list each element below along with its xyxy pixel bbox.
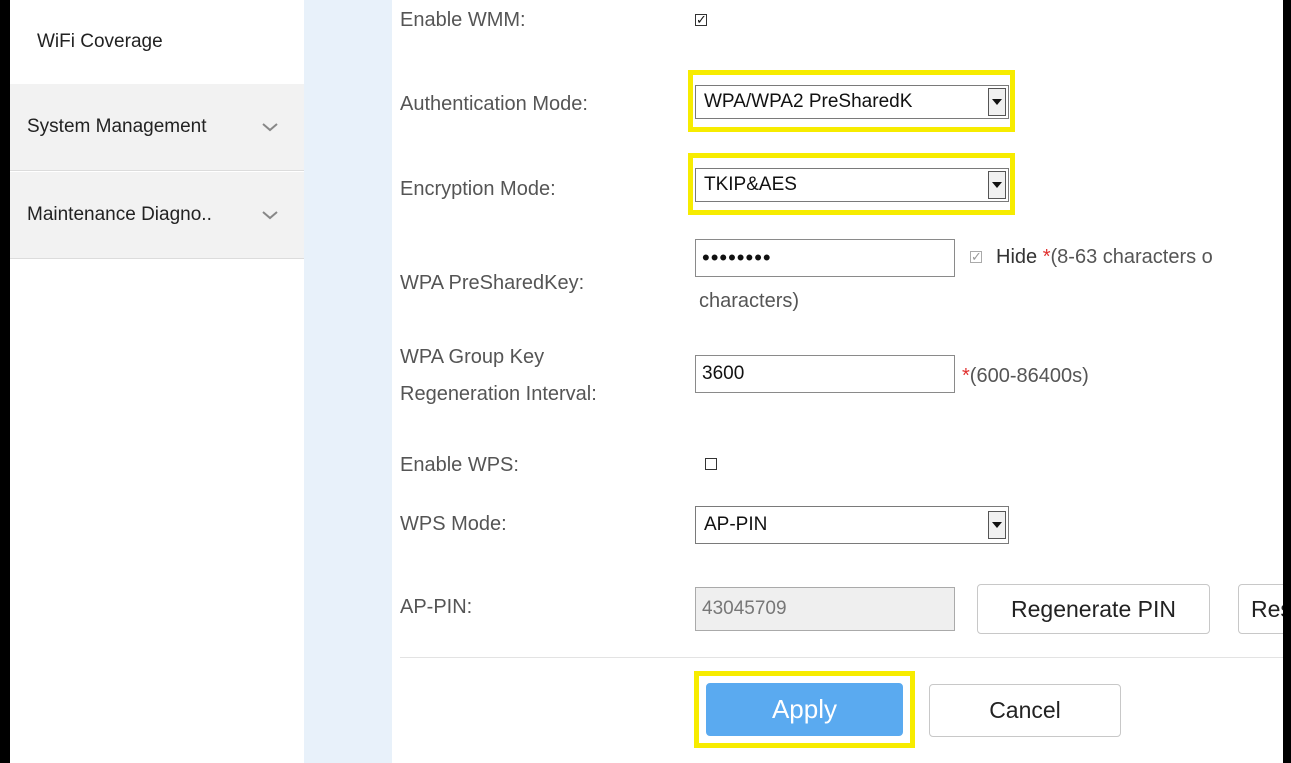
sidebar-item-system-management[interactable]: System Management bbox=[10, 84, 304, 171]
dropdown-arrow-icon bbox=[988, 171, 1006, 199]
psk-input[interactable]: •••••••• bbox=[695, 239, 955, 277]
chevron-down-icon bbox=[258, 203, 282, 227]
group-key-hint: *(600-86400s) bbox=[962, 365, 1089, 388]
psk-hide-label: Hide bbox=[996, 246, 1038, 268]
footer-divider bbox=[400, 657, 1283, 658]
auth-mode-value: WPA/WPA2 PreSharedK bbox=[704, 91, 913, 112]
required-mark: * bbox=[962, 365, 970, 387]
sidebar-item-wifi-coverage[interactable]: WiFi Coverage bbox=[10, 0, 304, 84]
group-key-note: (600-86400s) bbox=[969, 365, 1089, 387]
psk-note: (8-63 characters o bbox=[1050, 246, 1213, 268]
sidebar-item-label: System Management bbox=[27, 116, 207, 137]
psk-label: WPA PreSharedKey: bbox=[400, 272, 585, 294]
psk-hide-checkbox[interactable]: ✓ bbox=[970, 250, 982, 263]
wmm-checkbox[interactable]: ✓ bbox=[695, 13, 707, 26]
group-key-interval-input[interactable]: 3600 bbox=[695, 355, 955, 393]
encryption-mode-value: TKIP&AES bbox=[704, 174, 797, 195]
wps-checkbox[interactable] bbox=[705, 458, 717, 470]
sidebar-item-label: WiFi Coverage bbox=[37, 31, 163, 52]
sidebar-divider bbox=[304, 0, 392, 763]
dropdown-arrow-icon bbox=[988, 511, 1006, 539]
cancel-button[interactable]: Cancel bbox=[929, 684, 1121, 737]
wifi-settings-form: Enable WMM: ✓ Authentication Mode: WPA/W… bbox=[392, 0, 1283, 763]
page-frame: WiFi Coverage System Management Maintena… bbox=[10, 0, 1283, 763]
required-mark: * bbox=[1042, 246, 1051, 268]
psk-hint: Hide *(8-63 characters o bbox=[996, 246, 1213, 269]
encryption-mode-select[interactable]: TKIP&AES bbox=[695, 168, 1009, 202]
wmm-label: Enable WMM: bbox=[400, 9, 526, 31]
sidebar: WiFi Coverage System Management Maintena… bbox=[10, 0, 304, 763]
auth-mode-label: Authentication Mode: bbox=[400, 93, 588, 115]
auth-mode-select[interactable]: WPA/WPA2 PreSharedK bbox=[695, 85, 1009, 119]
ap-pin-input: 43045709 bbox=[695, 587, 955, 631]
wps-mode-select[interactable]: AP-PIN bbox=[695, 506, 1009, 544]
sidebar-item-maintenance-diagnosis[interactable]: Maintenance Diagno.. bbox=[10, 172, 304, 259]
psk-note-continued: characters) bbox=[699, 290, 800, 312]
sidebar-item-label: Maintenance Diagno.. bbox=[27, 204, 212, 225]
group-key-label-line1: WPA Group Key bbox=[400, 346, 545, 368]
apply-button[interactable]: Apply bbox=[706, 683, 903, 736]
chevron-down-icon bbox=[258, 115, 282, 139]
wps-mode-label: WPS Mode: bbox=[400, 513, 507, 535]
wps-mode-value: AP-PIN bbox=[704, 514, 768, 535]
encryption-mode-label: Encryption Mode: bbox=[400, 178, 556, 200]
group-key-label-line2: Regeneration Interval: bbox=[400, 383, 597, 405]
dropdown-arrow-icon bbox=[988, 88, 1006, 116]
wps-label: Enable WPS: bbox=[400, 454, 519, 476]
ap-pin-label: AP-PIN: bbox=[400, 596, 473, 618]
reset-pin-button[interactable]: Res bbox=[1238, 584, 1283, 634]
regenerate-pin-button[interactable]: Regenerate PIN bbox=[977, 584, 1210, 634]
